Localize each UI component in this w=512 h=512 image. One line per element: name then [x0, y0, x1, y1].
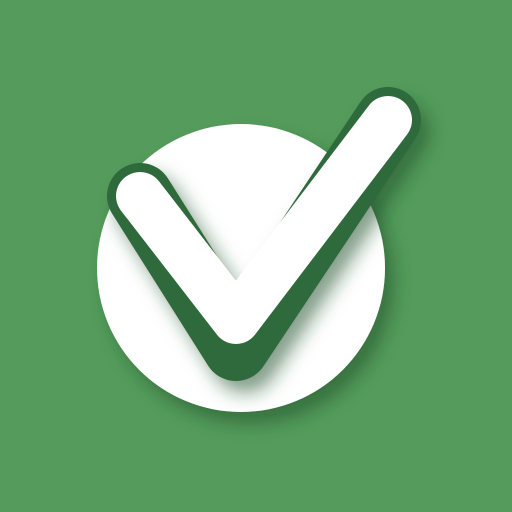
app-icon [0, 0, 512, 512]
badge-group [97, 87, 421, 412]
checkmark-in-circle-icon [0, 0, 512, 512]
